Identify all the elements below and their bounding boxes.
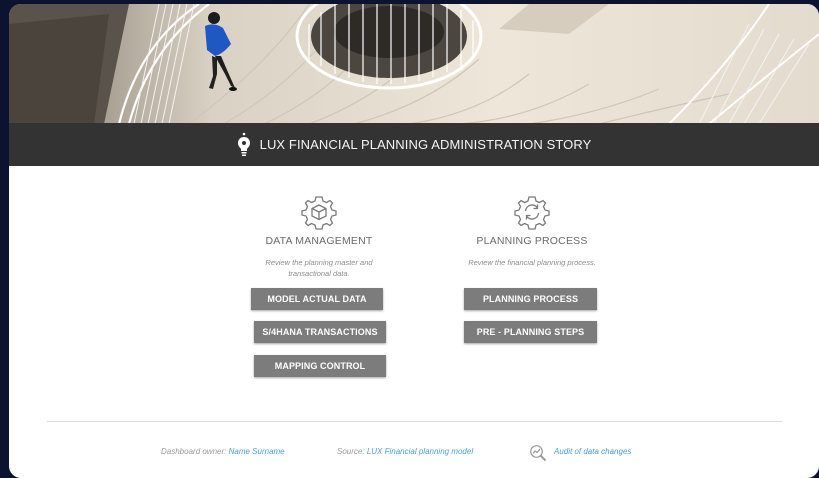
footer-divider — [47, 421, 782, 422]
owner-link[interactable]: Name Surname — [229, 447, 285, 456]
refresh-gear-icon — [514, 194, 550, 230]
story-title: LUX FINANCIAL PLANNING ADMINISTRATION ST… — [259, 137, 592, 152]
story-title-bar: LUX FINANCIAL PLANNING ADMINISTRATION ST… — [9, 123, 819, 166]
pre-planning-steps-button[interactable]: PRE - PLANNING STEPS — [464, 321, 597, 343]
section-data-management: DATA MANAGEMENT Review the planning mast… — [239, 194, 399, 279]
footer-owner: Dashboard owner: Name Surname — [161, 447, 285, 456]
footer-source: Source: LUX Financial planning model — [337, 447, 473, 456]
section-heading: PLANNING PROCESS — [476, 235, 588, 247]
section-heading: DATA MANAGEMENT — [265, 235, 373, 247]
magnifier-chart-icon[interactable] — [529, 444, 547, 462]
planning-process-button[interactable]: PLANNING PROCESS — [464, 288, 597, 310]
footer-audit: Audit of data changes — [554, 447, 631, 456]
model-actual-data-button[interactable]: MODEL ACTUAL DATA — [251, 288, 383, 310]
mapping-control-button[interactable]: MAPPING CONTROL — [254, 355, 386, 377]
story-page: LUX FINANCIAL PLANNING ADMINISTRATION ST… — [9, 4, 819, 478]
section-description: Review the financial planning process. — [468, 258, 596, 267]
audit-link[interactable]: Audit of data changes — [554, 447, 631, 456]
section-planning-process: PLANNING PROCESS Review the financial pl… — [452, 194, 612, 268]
section-description: Review the planning master and transacti… — [265, 258, 373, 278]
owner-label: Dashboard owner: — [161, 447, 227, 456]
s4hana-transactions-button[interactable]: S/4HANA TRANSACTIONS — [254, 321, 386, 343]
lightbulb-icon — [237, 132, 250, 156]
hero-staircase-image — [9, 4, 819, 124]
gear-cube-icon — [301, 194, 337, 230]
source-link[interactable]: LUX Financial planning model — [367, 447, 473, 456]
source-label: Source: — [337, 447, 365, 456]
